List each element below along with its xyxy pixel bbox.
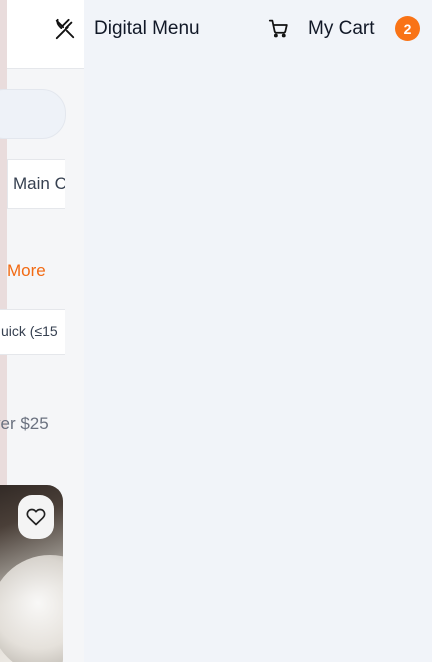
app-title[interactable]: Digital Menu [94, 18, 200, 40]
filter-chip-label: uick (≤15 [1, 323, 58, 339]
price-filter-text: ver $25 [0, 414, 49, 433]
favorite-button[interactable] [18, 495, 54, 539]
plate-image [0, 555, 63, 662]
search-input[interactable] [0, 89, 66, 139]
cart-button[interactable]: My Cart [308, 18, 375, 40]
filter-chip-quick[interactable]: uick (≤15 [0, 309, 65, 355]
shopping-cart-icon[interactable] [268, 18, 289, 39]
category-chip[interactable]: Main C [7, 159, 65, 209]
side-drawer: Main C More uick (≤15 ver $25 [0, 0, 84, 662]
heart-icon [26, 508, 46, 526]
cart-count-badge: 2 [395, 16, 420, 41]
utensils-crossed-icon [55, 18, 75, 40]
more-link[interactable]: More [7, 261, 46, 281]
category-chip-label: Main C [13, 174, 65, 193]
